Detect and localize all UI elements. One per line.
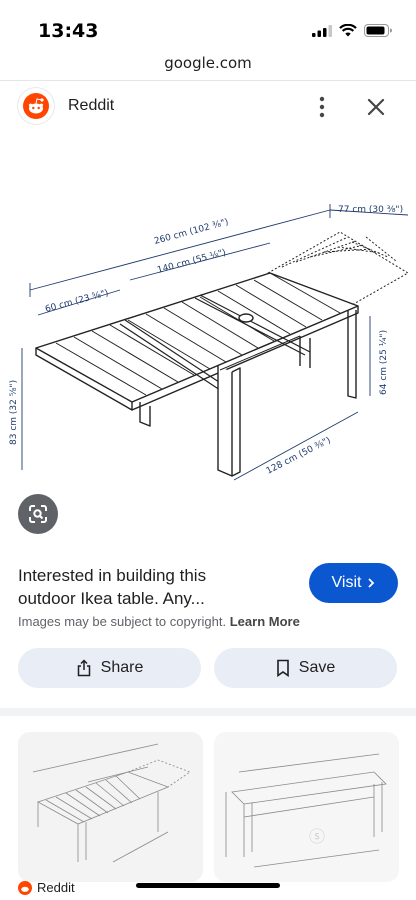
lens-icon: [29, 505, 47, 523]
result-title-line1: Interested in building this: [18, 566, 207, 585]
copyright-notice: Images may be subject to copyright. Lear…: [18, 614, 300, 629]
chevron-right-icon: [368, 578, 375, 588]
signal-icon: [312, 24, 332, 37]
related-source-name: Reddit: [37, 880, 75, 895]
related-image-1[interactable]: [18, 732, 203, 882]
share-label: Share: [100, 659, 144, 676]
url-bar[interactable]: google.com: [0, 54, 416, 72]
dim-table-height: 64 cm (25 ¼"): [379, 330, 389, 395]
share-icon: [77, 659, 90, 677]
visit-label: Visit: [331, 574, 362, 591]
dim-total-length: 260 cm (102 ⅜"): [153, 217, 230, 246]
visit-button[interactable]: Visit: [309, 563, 398, 603]
result-header: Reddit: [0, 80, 416, 132]
status-icons: [312, 24, 392, 37]
reddit-logo-icon: [18, 88, 54, 124]
learn-more-link[interactable]: Learn More: [230, 614, 300, 629]
source-title[interactable]: Reddit: [68, 97, 114, 115]
related-image-2[interactable]: ⓢ: [214, 732, 399, 882]
share-button[interactable]: Share: [18, 648, 201, 688]
status-time: 13:43: [38, 20, 99, 42]
save-button[interactable]: Save: [214, 648, 397, 688]
watermark: ⓢ: [309, 827, 325, 846]
more-vert-icon[interactable]: [312, 93, 332, 121]
copyright-text: Images may be subject to copyright.: [18, 614, 227, 629]
save-label: Save: [298, 659, 336, 676]
section-divider: [0, 708, 416, 716]
wifi-icon: [339, 24, 357, 37]
related-source: Reddit: [18, 880, 75, 895]
dim-middle-length: 140 cm (55 ⅛"): [156, 248, 227, 276]
table-leg: [217, 366, 233, 477]
table-dimension-image[interactable]: 260 cm (102 ⅜") 140 cm (55 ⅛") 60 cm (23…: [0, 140, 416, 500]
home-indicator[interactable]: [136, 883, 280, 888]
result-title-line2: outdoor Ikea table. Any...: [18, 589, 205, 608]
bookmark-icon: [276, 659, 289, 677]
close-icon[interactable]: [364, 95, 388, 119]
related-table-drawing-2: ⓢ: [225, 753, 387, 868]
dim-leaf-length: 60 cm (23 ⅝"): [44, 288, 109, 315]
dim-leg-span: 128 cm (50 ⅜"): [265, 436, 333, 477]
reddit-small-icon: [18, 880, 32, 895]
lens-search-button[interactable]: [18, 494, 58, 534]
related-table-drawing-1: [32, 743, 191, 863]
dim-depth: 77 cm (30 ⅜"): [338, 205, 403, 215]
result-title[interactable]: Interested in building this outdoor Ikea…: [18, 564, 288, 610]
status-bar: 13:43 google.com: [0, 0, 416, 72]
battery-icon: [364, 24, 392, 37]
dim-overall-height: 83 cm (32 ⅝"): [9, 380, 19, 445]
